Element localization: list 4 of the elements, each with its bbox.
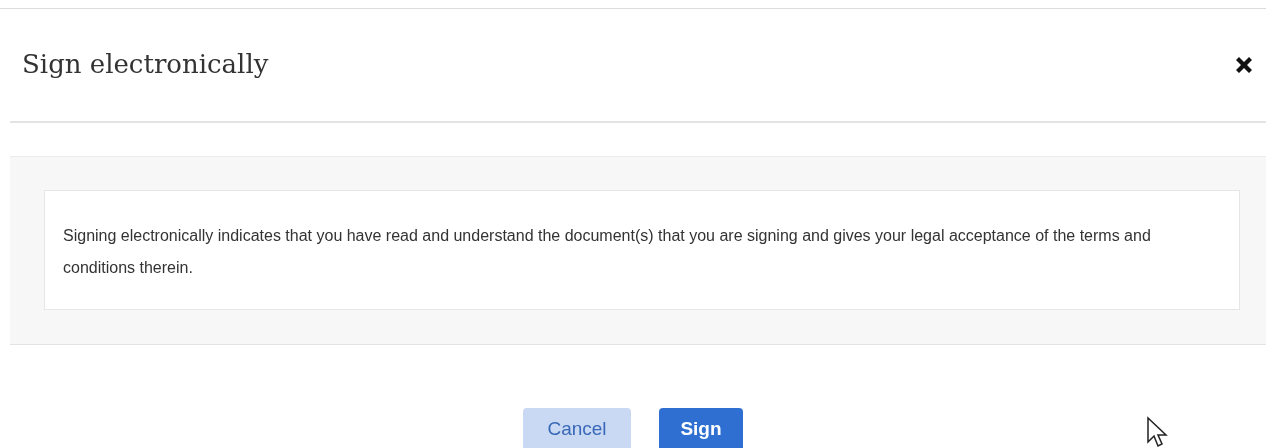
sign-button[interactable]: Sign	[659, 408, 743, 448]
message-text: Signing electronically indicates that you have read and understand the document(s) that you are signing and gives your legal acceptance of the terms and conditions therein.	[63, 226, 1152, 278]
cancel-button[interactable]: Cancel	[523, 408, 631, 448]
dialog-title: Sign electronically	[22, 49, 269, 81]
